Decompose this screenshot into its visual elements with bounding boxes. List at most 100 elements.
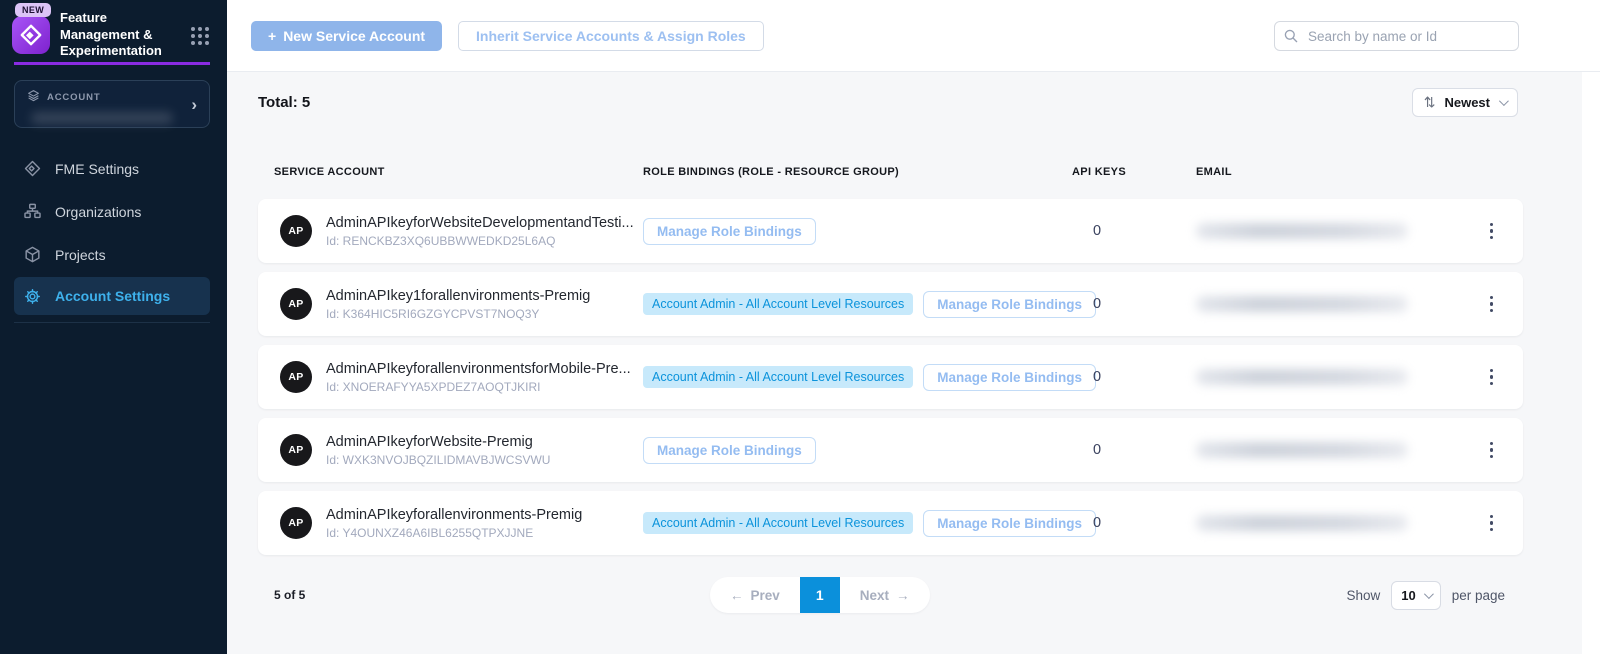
api-keys-count: 0: [1072, 442, 1196, 458]
avatar: AP: [280, 288, 312, 320]
avatar: AP: [280, 215, 312, 247]
arrow-left-icon: ←: [730, 588, 744, 603]
service-account-id: Id: K364HIC5RI6GZGYCPVST7NOQ3Y: [326, 307, 590, 321]
service-account-id: Id: WXK3NVOJBQZILIDMAVBJWCSVWU: [326, 453, 550, 467]
sidebar-item-organizations[interactable]: Organizations: [0, 191, 227, 232]
email-redacted: [1196, 223, 1408, 239]
service-account-name: AdminAPIkeyforWebsite-Premig: [326, 434, 550, 450]
manage-role-bindings-button[interactable]: Manage Role Bindings: [923, 510, 1096, 537]
page-size-control: Show 10 per page: [1346, 581, 1505, 610]
service-account-id: Id: RENCKBZ3XQ6UBBWWEDKD25L6AQ: [326, 234, 634, 248]
fme-logo-icon: [12, 16, 50, 54]
app-window: NEW Feature Management & Experimentation: [0, 0, 1600, 654]
api-keys-count: 0: [1072, 223, 1196, 239]
gear-icon: [22, 286, 42, 306]
account-name-redacted: [31, 112, 173, 124]
column-header-email: EMAIL: [1196, 166, 1232, 178]
topbar: + New Service Account Inherit Service Ac…: [227, 0, 1600, 72]
avatar: AP: [280, 507, 312, 539]
sort-dropdown[interactable]: ⇅ Newest: [1412, 88, 1518, 117]
cube-icon: [22, 245, 42, 265]
row-menu-button[interactable]: [1490, 515, 1524, 532]
page-count: 5 of 5: [274, 588, 305, 602]
split-diamond-icon: [22, 159, 42, 179]
pager: ← Prev 1 Next →: [710, 577, 930, 613]
layers-icon: [27, 89, 40, 105]
table-row: AP AdminAPIkeyforWebsite-Premig Id: WXK3…: [258, 418, 1523, 482]
nav-divider: [14, 322, 210, 323]
show-label: Show: [1346, 588, 1380, 603]
search-input[interactable]: [1274, 21, 1519, 51]
manage-role-bindings-button[interactable]: Manage Role Bindings: [923, 291, 1096, 318]
api-keys-count: 0: [1072, 296, 1196, 312]
sidebar: NEW Feature Management & Experimentation: [0, 0, 227, 654]
search-box: [1274, 21, 1519, 51]
row-menu-button[interactable]: [1490, 369, 1524, 386]
sort-value: Newest: [1444, 95, 1490, 110]
pagination-bar: 5 of 5 ← Prev 1 Next → Show 10 per page: [258, 577, 1523, 613]
column-header-service-account: SERVICE ACCOUNT: [274, 166, 643, 178]
table-row: AP AdminAPIkeyforallenvironments-Premig …: [258, 491, 1523, 555]
service-account-name: AdminAPIkeyforallenvironments-Premig: [326, 507, 582, 523]
chevron-down-icon: [1499, 96, 1509, 106]
org-chart-icon: [22, 202, 42, 222]
apps-grid-icon[interactable]: [191, 27, 209, 45]
email-redacted: [1196, 515, 1408, 531]
sidebar-nav: FME Settings Organizations: [0, 148, 227, 315]
chevron-right-icon: ›: [191, 95, 197, 115]
service-account-name: AdminAPIkey1forallenvironments-Premig: [326, 288, 590, 304]
account-label: ACCOUNT: [47, 92, 100, 103]
row-menu-button[interactable]: [1490, 223, 1524, 240]
arrow-right-icon: →: [896, 588, 910, 603]
table-row: AP AdminAPIkey1forallenvironments-Premig…: [258, 272, 1523, 336]
kebab-icon: [1490, 515, 1494, 532]
service-account-name: AdminAPIkeyforallenvironmentsforMobile-P…: [326, 361, 631, 377]
manage-role-bindings-button[interactable]: Manage Role Bindings: [643, 437, 816, 464]
total-count: Total: 5: [258, 94, 310, 111]
role-binding-badge: Account Admin - All Account Level Resour…: [643, 366, 913, 388]
chevron-down-icon: [1424, 589, 1434, 599]
manage-role-bindings-button[interactable]: Manage Role Bindings: [923, 364, 1096, 391]
new-badge: NEW: [15, 3, 51, 17]
email-redacted: [1196, 369, 1408, 385]
brand-header: NEW Feature Management & Experimentation: [0, 0, 227, 62]
sidebar-item-label: Projects: [55, 247, 106, 263]
search-icon: [1283, 28, 1299, 49]
next-page-button[interactable]: Next →: [840, 577, 930, 613]
kebab-icon: [1490, 442, 1494, 459]
page-size-select[interactable]: 10: [1391, 581, 1440, 610]
sidebar-item-fme-settings[interactable]: FME Settings: [0, 148, 227, 189]
column-header-api-keys: API KEYS: [1072, 166, 1196, 178]
account-switcher[interactable]: ACCOUNT ›: [14, 80, 210, 128]
kebab-icon: [1490, 369, 1494, 386]
sidebar-item-label: Organizations: [55, 204, 141, 220]
sort-arrows-icon: ⇅: [1424, 94, 1436, 111]
service-account-id: Id: Y4OUNXZ46A6IBL6255QTPXJJNE: [326, 526, 582, 540]
sidebar-item-account-settings[interactable]: Account Settings: [14, 277, 210, 315]
content-area: Total: 5 ⇅ Newest SERVICE ACCOUNT ROLE B…: [227, 72, 1582, 654]
email-redacted: [1196, 442, 1408, 458]
role-binding-badge: Account Admin - All Account Level Resour…: [643, 293, 913, 315]
table-body: AP AdminAPIkeyforWebsiteDevelopmentandTe…: [258, 199, 1523, 564]
service-account-name: AdminAPIkeyforWebsiteDevelopmentandTesti…: [326, 215, 634, 231]
row-menu-button[interactable]: [1490, 296, 1524, 313]
email-redacted: [1196, 296, 1408, 312]
avatar: AP: [280, 434, 312, 466]
sidebar-item-projects[interactable]: Projects: [0, 234, 227, 275]
per-page-label: per page: [1452, 588, 1505, 603]
kebab-icon: [1490, 296, 1494, 313]
table-header: SERVICE ACCOUNT ROLE BINDINGS (ROLE - RE…: [274, 166, 1232, 178]
current-page-button[interactable]: 1: [800, 577, 840, 613]
manage-role-bindings-button[interactable]: Manage Role Bindings: [643, 218, 816, 245]
table-row: AP AdminAPIkeyforWebsiteDevelopmentandTe…: [258, 199, 1523, 263]
new-service-account-button[interactable]: + New Service Account: [251, 21, 442, 51]
service-account-id: Id: XNOERAFYYA5XPDEZ7AOQTJKIRI: [326, 380, 631, 394]
column-header-role-bindings: ROLE BINDINGS (ROLE - RESOURCE GROUP): [643, 166, 1072, 178]
prev-page-button[interactable]: ← Prev: [710, 577, 800, 613]
table-row: AP AdminAPIkeyforallenvironmentsforMobil…: [258, 345, 1523, 409]
inherit-service-accounts-button[interactable]: Inherit Service Accounts & Assign Roles: [458, 21, 764, 51]
brand-underline: [14, 62, 210, 65]
row-menu-button[interactable]: [1490, 442, 1524, 459]
api-keys-count: 0: [1072, 369, 1196, 385]
scroll-gutter: [1582, 72, 1600, 654]
